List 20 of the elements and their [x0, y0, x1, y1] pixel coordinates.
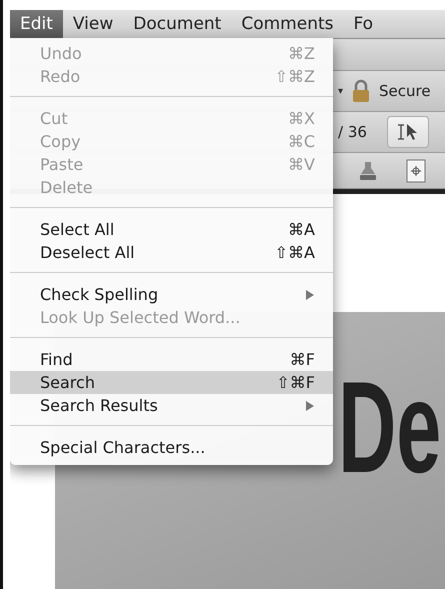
- security-label[interactable]: Secure: [379, 82, 431, 100]
- menu-item[interactable]: Find ⌘F: [10, 348, 333, 371]
- caret-icon[interactable]: ▾: [338, 86, 344, 96]
- menu-item[interactable]: Search Results: [10, 394, 333, 417]
- page-target-icon[interactable]: [406, 158, 426, 182]
- menu-bar-item[interactable]: Edit: [10, 10, 63, 38]
- menu-bar-item[interactable]: Fo: [344, 10, 384, 38]
- menu-item[interactable]: Select All ⌘A: [10, 218, 333, 241]
- select-tool-button[interactable]: [386, 116, 429, 148]
- cover-title: De: [338, 362, 441, 492]
- stamp-icon[interactable]: [358, 160, 378, 182]
- page-total: / 36: [338, 123, 367, 141]
- menu-bar-item[interactable]: View: [62, 10, 124, 38]
- menu-item[interactable]: Search ⇧⌘F: [10, 371, 333, 394]
- menu-bar-item[interactable]: Document: [123, 10, 232, 38]
- menu-bar-item[interactable]: Comments: [231, 10, 344, 38]
- menu-item[interactable]: Special Characters...: [10, 436, 333, 459]
- menu-item[interactable]: Check Spelling: [10, 283, 333, 306]
- menu-item[interactable]: Deselect All ⇧⌘A: [10, 241, 333, 264]
- padlock-icon[interactable]: [351, 79, 372, 103]
